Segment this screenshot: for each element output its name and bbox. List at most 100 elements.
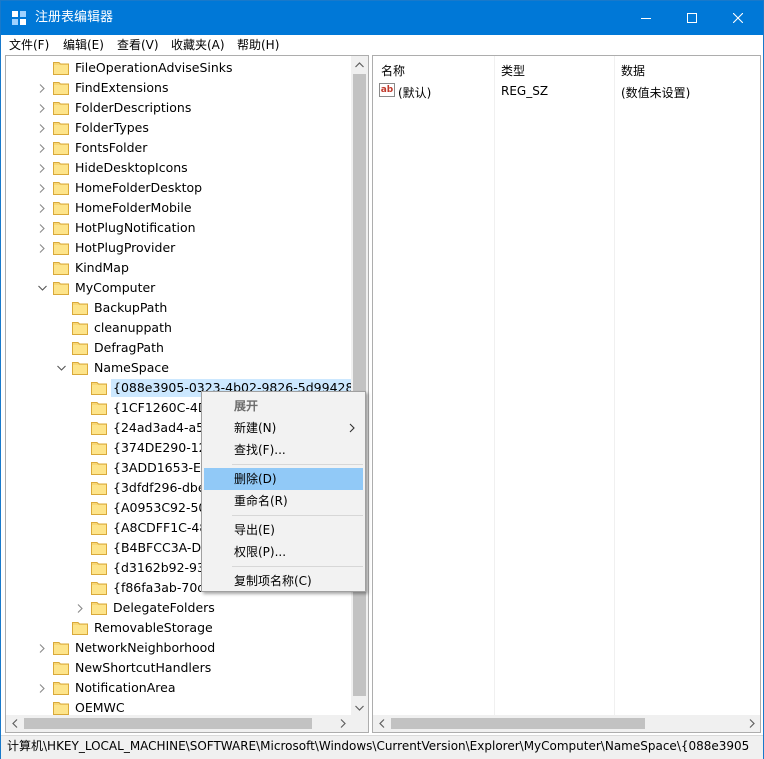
context-menu-item[interactable]: 复制项名称(C)	[204, 570, 363, 592]
expand-chevron-icon[interactable]	[34, 218, 50, 238]
tree-node[interactable]: {3ADD1653-EB3	[72, 458, 219, 478]
scroll-right-arrow[interactable]	[334, 715, 351, 732]
tree-node[interactable]: HomeFolderMobile	[34, 198, 194, 218]
tree-node[interactable]: HotPlugProvider	[34, 238, 177, 258]
tree-node[interactable]: HomeFolderDesktop	[34, 178, 204, 198]
tree-node[interactable]: {B4BFCC3A-DB2	[72, 538, 220, 558]
tree-node[interactable]: HideDesktopIcons	[34, 158, 190, 178]
tree-node[interactable]: HotPlugNotification	[34, 218, 198, 238]
folder-icon	[53, 201, 69, 215]
tree-node[interactable]: RemovableStorage	[53, 618, 215, 638]
tree-node-label: MyComputer	[75, 280, 156, 295]
menu-edit[interactable]: 编辑(E)	[63, 37, 104, 53]
expand-chevron-icon[interactable]	[34, 98, 50, 118]
folder-icon	[91, 401, 107, 415]
tree-horizontal-scrollbar[interactable]	[6, 715, 351, 732]
menu-view[interactable]: 查看(V)	[117, 37, 159, 53]
tree-node[interactable]: {1CF1260C-4DD	[72, 398, 219, 418]
context-menu-item[interactable]: 权限(P)...	[204, 541, 363, 563]
tree-node[interactable]: {d3162b92-936	[72, 558, 215, 578]
tree-node[interactable]: FolderDescriptions	[34, 98, 193, 118]
tree-node[interactable]: NewShortcutHandlers	[34, 658, 213, 678]
folder-icon	[53, 241, 69, 255]
values-horizontal-scroll-thumb[interactable]	[391, 718, 645, 729]
tree-node[interactable]: {A8CDFF1C-487	[72, 518, 217, 538]
tree-vertical-scrollbar[interactable]	[351, 56, 368, 716]
context-menu-item-label: 重命名(R)	[234, 494, 288, 508]
tree-node[interactable]: FindExtensions	[34, 78, 171, 98]
tree-node[interactable]: BackupPath	[53, 298, 169, 318]
context-menu-item[interactable]: 重命名(R)	[204, 490, 363, 512]
close-button[interactable]	[715, 1, 761, 35]
context-menu-item[interactable]: 新建(N)	[204, 417, 363, 439]
scroll-right-arrow[interactable]	[743, 715, 760, 732]
tree-node[interactable]: {374DE290-123	[72, 438, 217, 458]
tree-node[interactable]: {f86fa3ab-70d2	[72, 578, 215, 598]
menu-favorites[interactable]: 收藏夹(A)	[171, 37, 225, 53]
expand-chevron-icon[interactable]	[34, 118, 50, 138]
column-header-type[interactable]: 类型	[501, 62, 525, 79]
folder-icon	[91, 521, 107, 535]
tree-node[interactable]: {A0953C92-50D	[72, 498, 218, 518]
column-separator	[494, 56, 495, 716]
maximize-button[interactable]	[669, 1, 715, 35]
values-pane[interactable]: 名称 类型 数据 ab (默认) REG_SZ (数值未设置)	[372, 55, 761, 733]
folder-icon	[53, 661, 69, 675]
context-menu-item[interactable]: 展开	[204, 395, 363, 417]
tree-node[interactable]: NetworkNeighborhood	[34, 638, 217, 658]
tree-node[interactable]: FontsFolder	[34, 138, 149, 158]
tree-node[interactable]: KindMap	[34, 258, 131, 278]
context-menu-item[interactable]: 查找(F)...	[204, 439, 363, 461]
scroll-corner	[351, 715, 368, 732]
tree-node[interactable]: FileOperationAdviseSinks	[34, 58, 235, 78]
scroll-up-arrow[interactable]	[351, 56, 368, 73]
expand-chevron-icon[interactable]	[34, 678, 50, 698]
title-bar[interactable]: 注册表编辑器	[1, 1, 763, 35]
tree-node[interactable]: NotificationArea	[34, 678, 178, 698]
tree-node[interactable]: DelegateFolders	[72, 598, 217, 618]
folder-icon	[53, 681, 69, 695]
expand-chevron-icon[interactable]	[34, 198, 50, 218]
tree-node[interactable]: FolderTypes	[34, 118, 151, 138]
tree-node[interactable]: MyComputer	[34, 278, 157, 298]
tree-node[interactable]: DefragPath	[53, 338, 166, 358]
tree-vertical-scroll-thumb[interactable]	[353, 74, 366, 696]
column-header-name[interactable]: 名称	[381, 62, 405, 79]
tree-horizontal-scroll-thumb[interactable]	[24, 718, 312, 729]
menu-separator	[232, 566, 363, 567]
tree-node[interactable]: {3dfdf296-dbec	[72, 478, 214, 498]
collapse-chevron-icon[interactable]	[34, 278, 50, 298]
folder-icon	[91, 481, 107, 495]
scroll-left-arrow[interactable]	[6, 715, 23, 732]
menu-help[interactable]: 帮助(H)	[237, 37, 279, 53]
expand-chevron-icon[interactable]	[72, 598, 88, 618]
scroll-left-arrow[interactable]	[373, 715, 390, 732]
tree-node[interactable]: NameSpace	[53, 358, 171, 378]
values-horizontal-scrollbar[interactable]	[373, 715, 760, 732]
expand-chevron-icon[interactable]	[34, 178, 50, 198]
expand-chevron-icon[interactable]	[34, 638, 50, 658]
context-menu-item[interactable]: 删除(D)	[204, 468, 363, 490]
expand-chevron-icon[interactable]	[34, 158, 50, 178]
expand-chevron-icon[interactable]	[34, 238, 50, 258]
minimize-button[interactable]	[623, 1, 669, 35]
menu-file[interactable]: 文件(F)	[9, 37, 49, 53]
collapse-chevron-icon[interactable]	[53, 358, 69, 378]
context-menu-item-label: 删除(D)	[234, 472, 277, 486]
expand-chevron-icon[interactable]	[34, 78, 50, 98]
tree-node-label: RemovableStorage	[94, 620, 213, 635]
column-header-data[interactable]: 数据	[621, 62, 645, 79]
scroll-down-arrow[interactable]	[351, 699, 368, 716]
tree-node[interactable]: {24ad3ad4-a56	[72, 418, 214, 438]
menu-separator	[232, 515, 363, 516]
context-menu-item[interactable]: 导出(E)	[204, 519, 363, 541]
current-key-path: 计算机\HKEY_LOCAL_MACHINE\SOFTWARE\Microsof…	[7, 739, 750, 753]
tree-node[interactable]: cleanuppath	[53, 318, 174, 338]
expand-chevron-icon[interactable]	[34, 138, 50, 158]
